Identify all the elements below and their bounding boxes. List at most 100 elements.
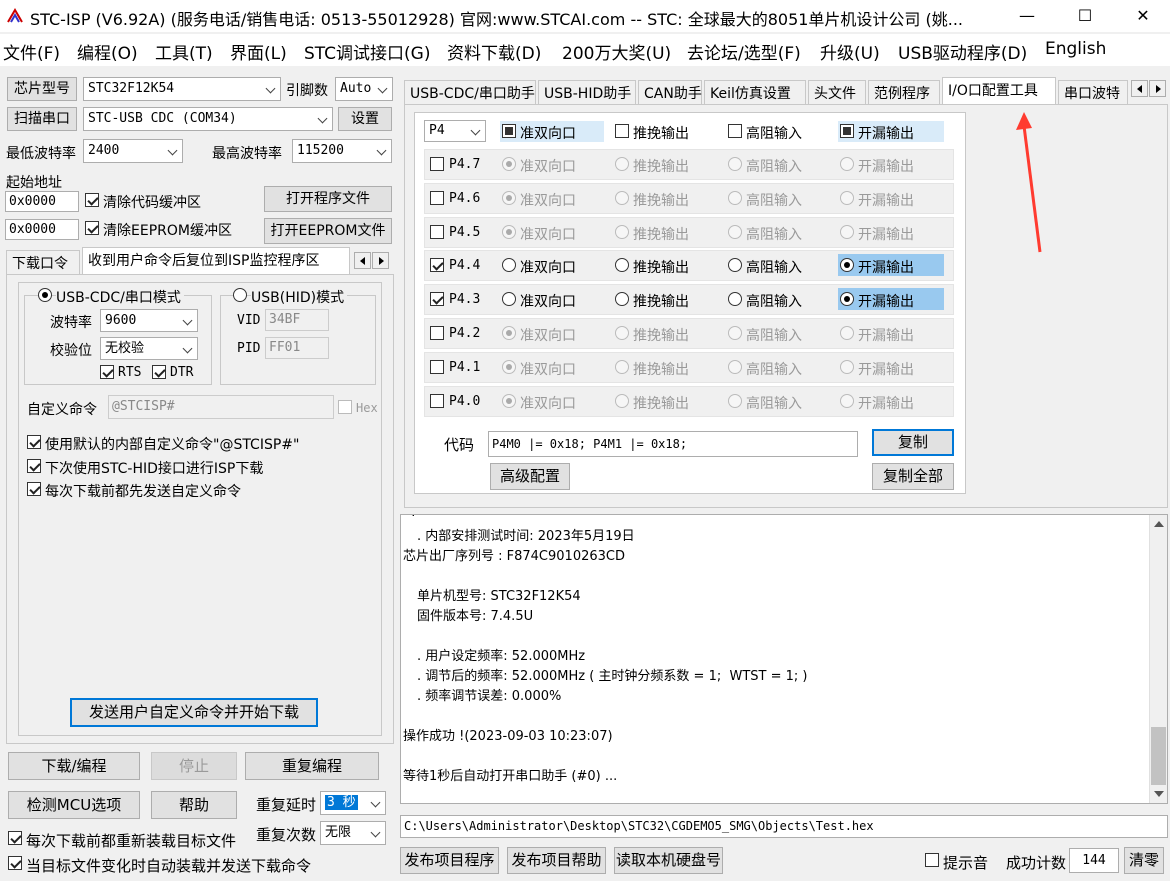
usb-cdc-mode-radio[interactable] bbox=[38, 288, 52, 302]
pin-mode-highz-radio[interactable] bbox=[728, 190, 742, 205]
menu-usb-driver[interactable]: USB驱动程序(D) bbox=[898, 39, 1027, 64]
code-field[interactable]: P4M0 |= 0x18; P4M1 |= 0x18; bbox=[488, 431, 858, 457]
tab-scroll-right-icon[interactable] bbox=[372, 252, 389, 269]
menu-tools[interactable]: 工具(T) bbox=[155, 39, 213, 64]
pin-enable-checkbox[interactable] bbox=[430, 224, 444, 239]
pin-mode-quasi-radio[interactable] bbox=[502, 326, 516, 340]
help-button[interactable]: 帮助 bbox=[151, 791, 237, 819]
tab-scroll-right-icon[interactable] bbox=[1149, 80, 1166, 97]
stop-button[interactable]: 停止 bbox=[151, 752, 237, 780]
menu-debug[interactable]: STC调试接口(G) bbox=[304, 39, 431, 64]
tab-examples[interactable]: 范例程序 bbox=[868, 80, 940, 104]
rts-checkbox[interactable] bbox=[100, 365, 114, 379]
clear-count-button[interactable]: 清零 bbox=[1124, 847, 1164, 874]
tab-scroll-left-icon[interactable] bbox=[354, 252, 371, 269]
pin-mode-pushpull-radio[interactable] bbox=[615, 224, 629, 239]
menu-interface[interactable]: 界面(L) bbox=[230, 39, 287, 64]
tab-usb-cdc-assistant[interactable]: USB-CDC/串口助手 bbox=[404, 80, 536, 104]
pin-mode-pushpull-radio[interactable] bbox=[615, 326, 629, 340]
menu-upgrade[interactable]: 升级(U) bbox=[820, 39, 880, 64]
copy-button[interactable]: 复制 bbox=[872, 429, 954, 456]
tab-usb-hid-assistant[interactable]: USB-HID助手 bbox=[538, 80, 636, 104]
pin-mode-highz-radio[interactable] bbox=[728, 224, 742, 239]
repeat-count-select[interactable]: 无限 bbox=[320, 821, 386, 845]
use-default-command-checkbox[interactable] bbox=[27, 435, 41, 449]
pin-enable-checkbox[interactable] bbox=[430, 190, 444, 205]
log-scroll-thumb[interactable] bbox=[1151, 727, 1166, 785]
pin-mode-pushpull-radio[interactable] bbox=[615, 190, 629, 205]
tab-reset-to-isp[interactable]: 收到用户命令后复位到ISP监控程序区 bbox=[82, 247, 350, 274]
pin-enable-checkbox[interactable] bbox=[430, 157, 444, 171]
tab-keil-emulation[interactable]: Keil仿真设置 bbox=[704, 80, 806, 104]
pin-enable-checkbox[interactable] bbox=[430, 258, 444, 273]
pin-mode-opendrain-radio[interactable] bbox=[840, 326, 854, 340]
pin-mode-quasi-radio[interactable] bbox=[502, 359, 516, 374]
min-baud-select[interactable]: 2400 bbox=[83, 139, 183, 163]
open-program-file-button[interactable]: 打开程序文件 bbox=[264, 186, 392, 212]
pin-mode-highz-radio[interactable] bbox=[728, 157, 742, 171]
read-disk-id-button[interactable]: 读取本机硬盘号 bbox=[614, 847, 723, 874]
send-command-download-button[interactable]: 发送用户自定义命令并开始下载 bbox=[70, 698, 318, 727]
tab-io-config-tool[interactable]: I/O口配置工具 bbox=[942, 77, 1056, 104]
tab-baud-calculator[interactable]: 串口波特 bbox=[1058, 80, 1128, 104]
menu-download[interactable]: 资料下载(D) bbox=[447, 39, 541, 64]
mode-all-pushpull-checkbox[interactable] bbox=[615, 124, 629, 138]
clear-code-checkbox[interactable] bbox=[85, 193, 99, 207]
copy-all-button[interactable]: 复制全部 bbox=[872, 463, 954, 490]
pin-mode-highz-radio[interactable] bbox=[728, 326, 742, 340]
baud-select[interactable]: 9600 bbox=[100, 309, 198, 332]
chip-model-select[interactable]: STC32F12K54 bbox=[83, 77, 281, 101]
repeat-delay-select[interactable]: 3 秒 bbox=[320, 791, 386, 815]
download-program-button[interactable]: 下载/编程 bbox=[8, 752, 140, 780]
hex-checkbox[interactable] bbox=[338, 400, 352, 414]
open-eeprom-file-button[interactable]: 打开EEPROM文件 bbox=[264, 218, 392, 244]
pin-mode-quasi-radio[interactable] bbox=[502, 157, 516, 171]
pin-mode-pushpull-radio[interactable] bbox=[615, 359, 629, 374]
pin-enable-checkbox[interactable] bbox=[430, 326, 444, 340]
code-start-address[interactable]: 0x0000 bbox=[5, 191, 79, 212]
scroll-down-icon[interactable] bbox=[1154, 791, 1164, 797]
menu-file[interactable]: 文件(F) bbox=[3, 39, 60, 64]
custom-command-field[interactable]: @STCISP# bbox=[108, 395, 334, 419]
mode-all-quasi-checkbox[interactable] bbox=[502, 124, 516, 138]
mode-all-opendrain-checkbox[interactable] bbox=[840, 124, 854, 138]
pins-select[interactable]: Auto bbox=[335, 77, 393, 101]
beep-checkbox[interactable] bbox=[925, 853, 939, 867]
pin-enable-checkbox[interactable] bbox=[430, 359, 444, 374]
vid-field[interactable]: 34BF bbox=[265, 309, 329, 331]
reload-target-checkbox[interactable] bbox=[8, 831, 22, 845]
usb-hid-mode-radio[interactable] bbox=[233, 288, 247, 302]
pin-mode-opendrain-radio[interactable] bbox=[840, 393, 854, 408]
pin-mode-pushpull-radio[interactable] bbox=[615, 157, 629, 171]
settings-button[interactable]: 设置 bbox=[338, 107, 392, 131]
port-select[interactable]: STC-USB CDC (COM34) bbox=[83, 107, 333, 131]
pin-mode-opendrain-radio[interactable] bbox=[840, 224, 854, 239]
port-group-select[interactable]: P4 bbox=[424, 120, 486, 142]
mode-all-highz-checkbox[interactable] bbox=[728, 124, 742, 138]
pin-mode-opendrain-radio[interactable] bbox=[840, 190, 854, 205]
pin-enable-checkbox[interactable] bbox=[430, 292, 444, 307]
menu-english[interactable]: English bbox=[1045, 39, 1106, 59]
menu-prize[interactable]: 200万大奖(U) bbox=[562, 39, 671, 64]
file-path-field[interactable]: C:\Users\Administrator\Desktop\STC32\CGD… bbox=[400, 815, 1168, 838]
auto-load-checkbox[interactable] bbox=[8, 856, 22, 870]
send-command-first-checkbox[interactable] bbox=[27, 482, 41, 496]
pin-mode-quasi-radio[interactable] bbox=[502, 224, 516, 239]
menu-program[interactable]: 编程(O) bbox=[77, 39, 138, 64]
pin-mode-quasi-radio[interactable] bbox=[502, 393, 516, 408]
publish-program-button[interactable]: 发布项目程序 bbox=[400, 847, 499, 874]
close-button[interactable]: ✕ bbox=[1120, 4, 1166, 28]
chip-model-button[interactable]: 芯片型号 bbox=[7, 77, 77, 101]
pin-mode-opendrain-radio[interactable] bbox=[840, 359, 854, 374]
eeprom-start-address[interactable]: 0x0000 bbox=[5, 219, 79, 240]
tab-download-password[interactable]: 下载口令 bbox=[6, 250, 80, 274]
dtr-checkbox[interactable] bbox=[152, 365, 166, 379]
log-scrollbar[interactable] bbox=[1149, 515, 1167, 803]
pin-enable-checkbox[interactable] bbox=[430, 393, 444, 408]
menu-forum[interactable]: 去论坛/选型(F) bbox=[687, 39, 801, 64]
scan-port-button[interactable]: 扫描串口 bbox=[7, 107, 77, 131]
tab-header-files[interactable]: 头文件 bbox=[808, 80, 866, 104]
maximize-button[interactable]: ☐ bbox=[1062, 4, 1108, 28]
pin-mode-highz-radio[interactable] bbox=[728, 393, 742, 408]
tab-scroll-left-icon[interactable] bbox=[1131, 80, 1148, 97]
